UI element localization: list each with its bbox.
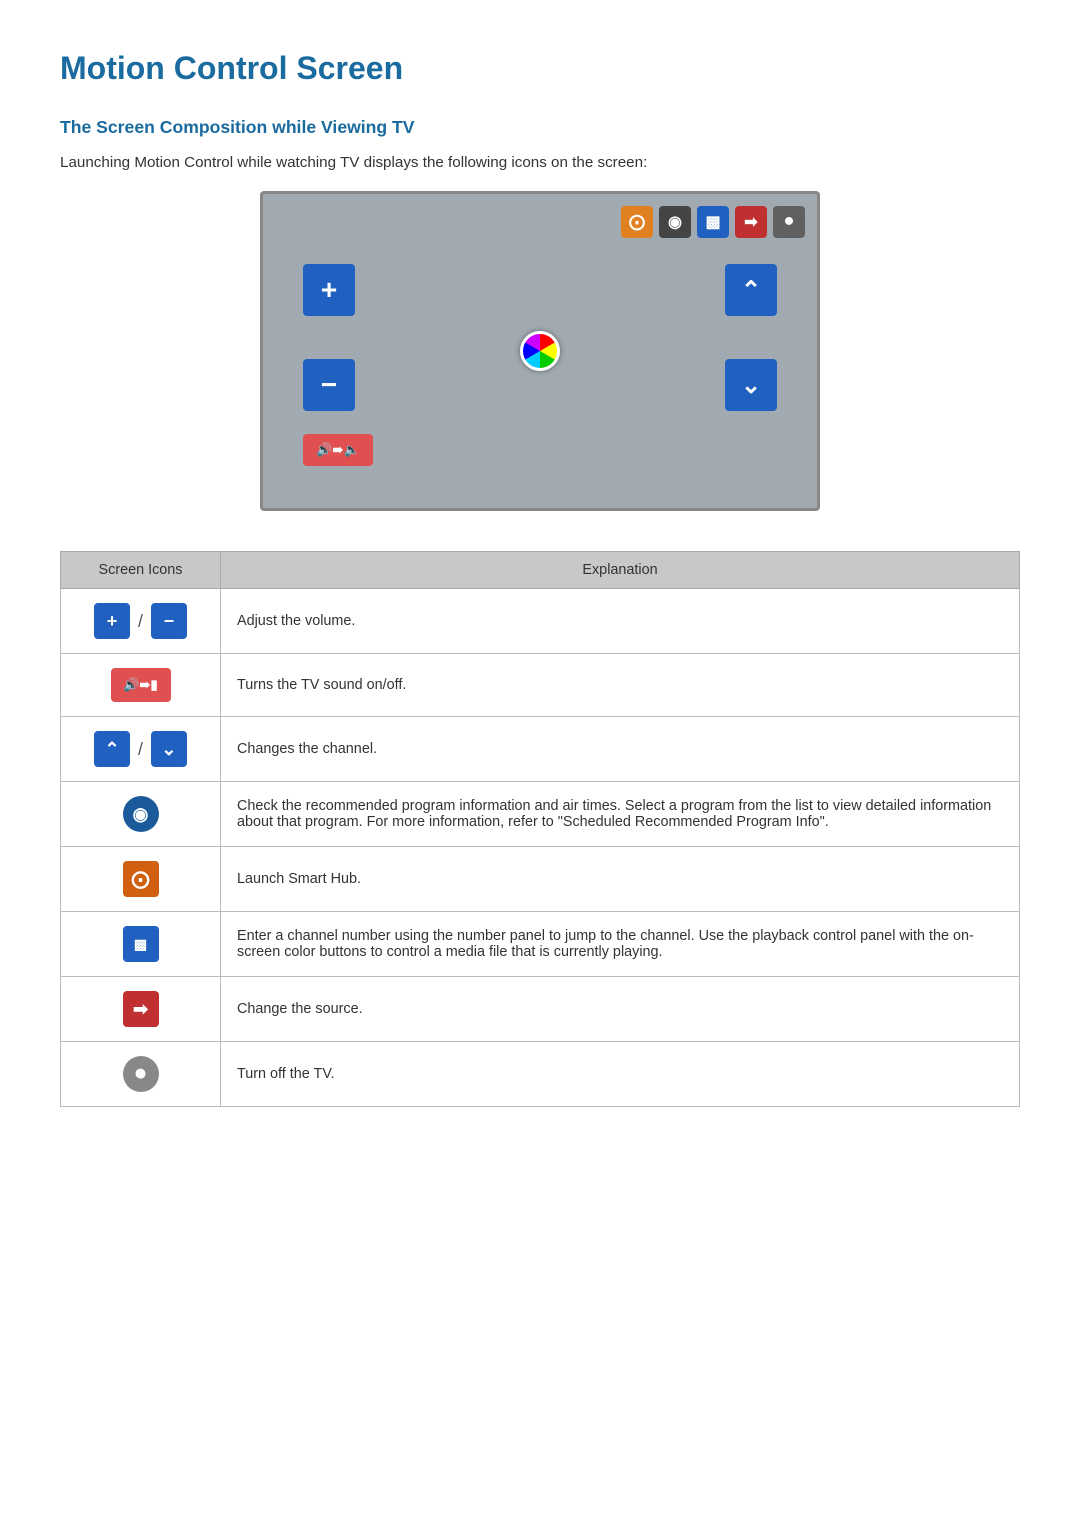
power-table-icon: ⏺	[123, 1056, 159, 1092]
motion-cursor	[520, 331, 560, 371]
tv-screen-inner: ⨀ ◉ ▩ ➡ ⏺ + − 🔊➠🔈 ⌃ ⌄	[263, 194, 817, 508]
top-icons-row: ⨀ ◉ ▩ ➡ ⏺	[621, 206, 805, 238]
volume-down-table-icon: −	[151, 603, 187, 639]
recommended-icon-tv: ◉	[659, 206, 691, 238]
explanation-cell-channel: Changes the channel.	[221, 717, 1020, 782]
table-row: ◉ Check the recommended program informat…	[61, 782, 1020, 847]
table-row: ▩ Enter a channel number using the numbe…	[61, 912, 1020, 977]
table-row: 🔊➠▮ Turns the TV sound on/off.	[61, 654, 1020, 717]
channel-down-icon-tv: ⌄	[725, 359, 777, 411]
icon-cell-recommended: ◉	[61, 782, 221, 847]
intro-text: Launching Motion Control while watching …	[60, 154, 1020, 171]
icon-cell-power: ⏺	[61, 1042, 221, 1107]
icon-cell-smarthub: ⨀	[61, 847, 221, 912]
table-row: ⏺ Turn off the TV.	[61, 1042, 1020, 1107]
section-subtitle: The Screen Composition while Viewing TV	[60, 117, 1020, 138]
mute-icon-tv: 🔊➠🔈	[303, 434, 373, 466]
channel-num-icon-tv: ▩	[697, 206, 729, 238]
volume-up-icon-tv: +	[303, 264, 355, 316]
table-row: + / − Adjust the volume.	[61, 589, 1020, 654]
icon-reference-table: Screen Icons Explanation + / − Adjust th…	[60, 551, 1020, 1107]
power-icon-tv: ⏺	[773, 206, 805, 238]
recommended-table-icon: ◉	[123, 796, 159, 832]
icon-cell-source: ➡	[61, 977, 221, 1042]
table-row: ⌃ / ⌄ Changes the channel.	[61, 717, 1020, 782]
motion-cursor-circle	[520, 331, 560, 371]
source-table-icon: ➡	[123, 991, 159, 1027]
explanation-cell-smarthub: Launch Smart Hub.	[221, 847, 1020, 912]
mute-table-icon: 🔊➠▮	[111, 668, 171, 702]
page-title: Motion Control Screen	[60, 50, 1020, 87]
icon-cell-mute: 🔊➠▮	[61, 654, 221, 717]
separator: /	[138, 611, 143, 631]
explanation-cell-recommended: Check the recommended program informatio…	[221, 782, 1020, 847]
volume-up-table-icon: +	[94, 603, 130, 639]
channel-down-table-icon: ⌄	[151, 731, 187, 767]
table-header-icons: Screen Icons	[61, 552, 221, 589]
explanation-cell-mute: Turns the TV sound on/off.	[221, 654, 1020, 717]
smarthub-table-icon: ⨀	[123, 861, 159, 897]
icon-cell-channel: ⌃ / ⌄	[61, 717, 221, 782]
channel-up-table-icon: ⌃	[94, 731, 130, 767]
separator: /	[138, 739, 143, 759]
smart-hub-icon-tv: ⨀	[621, 206, 653, 238]
explanation-cell-source: Change the source.	[221, 977, 1020, 1042]
explanation-cell-volume: Adjust the volume.	[221, 589, 1020, 654]
channelnum-table-icon: ▩	[123, 926, 159, 962]
volume-down-icon-tv: −	[303, 359, 355, 411]
channel-up-icon-tv: ⌃	[725, 264, 777, 316]
explanation-cell-power: Turn off the TV.	[221, 1042, 1020, 1107]
source-icon-tv: ➡	[735, 206, 767, 238]
explanation-cell-channelnum: Enter a channel number using the number …	[221, 912, 1020, 977]
table-header-explanation: Explanation	[221, 552, 1020, 589]
icon-cell-volume: + / −	[61, 589, 221, 654]
table-row: ⨀ Launch Smart Hub.	[61, 847, 1020, 912]
tv-screen-mockup: ⨀ ◉ ▩ ➡ ⏺ + − 🔊➠🔈 ⌃ ⌄	[260, 191, 820, 511]
icon-cell-channelnum: ▩	[61, 912, 221, 977]
table-row: ➡ Change the source.	[61, 977, 1020, 1042]
